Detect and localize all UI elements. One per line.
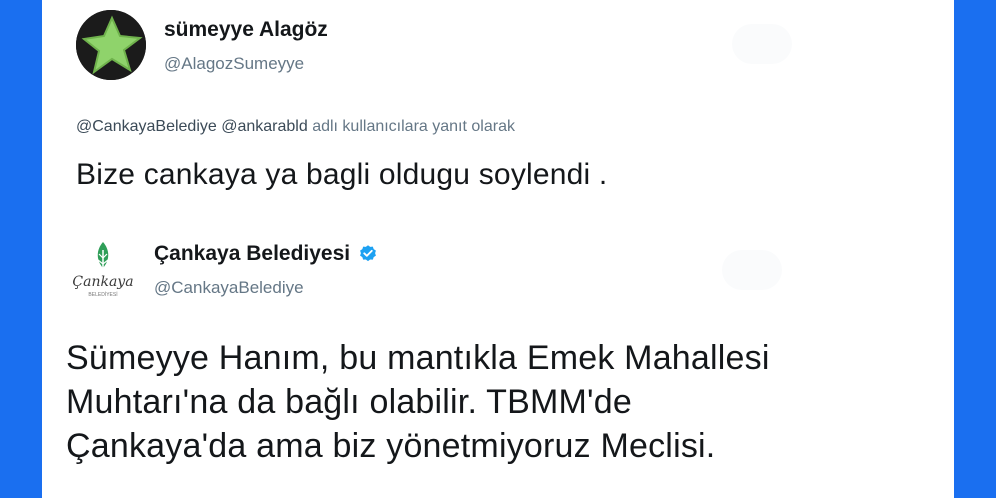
reply-suffix: adlı kullanıcılara yanıt olarak — [312, 118, 515, 135]
reply-context: @CankayaBelediye @ankarabld adlı kullanı… — [76, 118, 515, 136]
star-avatar-icon — [76, 10, 146, 80]
user-handle[interactable]: @AlagozSumeyye — [164, 54, 304, 74]
display-name[interactable]: sümeyye Alagöz — [164, 18, 328, 42]
tweet-screenshot-frame: sümeyye Alagöz @AlagozSumeyye @CankayaBe… — [42, 0, 954, 498]
cankaya-logo-icon: Çankaya BELEDİYESİ — [66, 236, 140, 310]
tweet-text-line: Çankaya'da ama biz yönetmiyoruz Meclisi. — [66, 427, 716, 465]
tweet-text-line: Sümeyye Hanım, bu mantıkla Emek Mahalles… — [66, 339, 770, 377]
avatar[interactable] — [76, 10, 146, 80]
user-handle[interactable]: @CankayaBelediye — [154, 278, 304, 298]
display-name[interactable]: Çankaya Belediyesi — [154, 242, 350, 266]
verified-badge-icon — [360, 245, 377, 262]
display-name-row: Çankaya Belediyesi — [154, 242, 378, 266]
logo-text: Çankaya — [72, 274, 133, 290]
tweet-response: Çankaya BELEDİYESİ Çankaya Belediyesi @C… — [42, 228, 954, 498]
avatar[interactable]: Çankaya BELEDİYESİ — [66, 236, 140, 310]
reply-mentions[interactable]: @CankayaBelediye @ankarabld — [76, 118, 308, 135]
follow-button-faded[interactable] — [722, 250, 782, 290]
tweet-text: Bize cankaya ya bagli oldugu soylendi . — [76, 158, 608, 191]
tweet-reply: sümeyye Alagöz @AlagozSumeyye @CankayaBe… — [42, 0, 954, 228]
tweet-text-line: Muhtarı'na da bağlı olabilir. TBMM'de — [66, 383, 632, 421]
follow-button-faded[interactable] — [732, 24, 792, 64]
logo-subtext: BELEDİYESİ — [88, 291, 117, 298]
tweet-text: Sümeyye Hanım, bu mantıkla Emek Mahalles… — [66, 336, 946, 468]
